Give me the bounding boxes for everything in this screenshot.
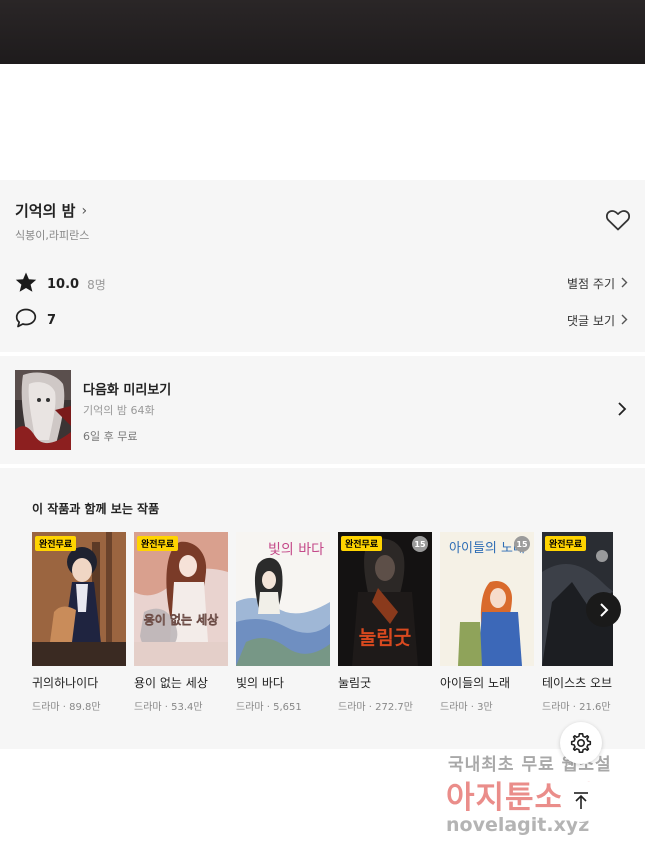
recommendation-name: 용이 없는 세상 bbox=[134, 676, 208, 690]
recommendation-name: 테이스츠 오브 러 bbox=[542, 676, 613, 690]
recommendation-meta: 드라마 · 21.6만 bbox=[542, 702, 611, 713]
recommendation-meta: 드라마 · 272.7만 bbox=[338, 702, 413, 713]
next-episode-title: 기억의 밤 64화 bbox=[83, 404, 155, 417]
age-rating-badge: 15 bbox=[412, 536, 428, 552]
free-badge: 완전무료 bbox=[341, 536, 383, 551]
age-rating-badge: 15 bbox=[514, 536, 530, 552]
scroll-to-top-button[interactable] bbox=[560, 780, 602, 822]
work-info-panel bbox=[0, 180, 645, 352]
chevron-right-icon bbox=[599, 602, 608, 617]
rating-row: 10.0 8명 bbox=[15, 271, 106, 297]
recommendations-carousel[interactable]: 완전무료 귀의하나이다 드라마 · 89.8만 용이 없는 세상 완전무료 용이… bbox=[32, 532, 613, 742]
next-episode-label: 다음화 미리보기 bbox=[83, 383, 172, 398]
recommendation-meta: 드라마 · 3만 bbox=[440, 702, 493, 713]
cover-title-text: 눌림굿 bbox=[359, 627, 411, 649]
comments-label: 댓글 보기 bbox=[567, 314, 615, 328]
chevron-right-icon bbox=[621, 314, 628, 328]
comments-button[interactable]: 댓글 보기 bbox=[567, 312, 628, 329]
star-icon bbox=[15, 272, 37, 297]
recommendation-name: 빛의 바다 bbox=[236, 676, 284, 690]
cover-title-text: 용이 없는 세상 bbox=[144, 612, 219, 627]
free-badge: 완전무료 bbox=[35, 536, 77, 551]
recommendation-cover[interactable]: 완전무료 bbox=[32, 532, 126, 666]
blank-area bbox=[0, 64, 645, 180]
recommendation-meta: 드라마 · 89.8만 bbox=[32, 702, 101, 713]
settings-button[interactable] bbox=[560, 722, 602, 764]
recommendation-cover[interactable]: 아이들의 노래 15 bbox=[440, 532, 534, 666]
free-badge: 완전무료 bbox=[137, 536, 179, 551]
heart-outline-icon[interactable] bbox=[605, 208, 631, 232]
work-title-link[interactable]: 기억의 밤 › bbox=[15, 200, 87, 221]
recommendation-name: 귀의하나이다 bbox=[32, 676, 99, 690]
recommendation-meta: 드라마 · 53.4만 bbox=[134, 702, 203, 713]
gear-icon bbox=[570, 733, 592, 753]
carousel-next-button[interactable] bbox=[586, 592, 621, 627]
rate-button[interactable]: 별점 주기 bbox=[567, 275, 628, 292]
chevron-right-icon bbox=[621, 277, 628, 291]
rate-label: 별점 주기 bbox=[567, 277, 615, 291]
arrow-up-icon bbox=[574, 792, 588, 809]
recommendation-cover[interactable]: 용이 없는 세상 완전무료 bbox=[134, 532, 228, 666]
recommendation-cover[interactable]: 빛의 바다 bbox=[236, 532, 330, 666]
recommendation-meta: 드라마 · 5,651 bbox=[236, 702, 302, 713]
watermark: 국내최초 무료 웹소설 아지툰소설 novelagit.xyz bbox=[440, 750, 640, 850]
work-authors: 식봉이,라피란스 bbox=[15, 229, 90, 242]
top-banner-image bbox=[0, 0, 645, 64]
comment-row: 7 bbox=[15, 308, 56, 332]
rating-count: 8명 bbox=[87, 277, 106, 292]
next-episode-free-info: 6일 후 무료 bbox=[83, 430, 138, 443]
work-title: 기억의 밤 bbox=[15, 202, 76, 220]
speech-bubble-icon bbox=[15, 308, 37, 332]
recommendation-cover[interactable]: 눌림굿 완전무료 15 bbox=[338, 532, 432, 666]
chevron-right-icon: › bbox=[81, 202, 88, 219]
recommendation-name: 눌림굿 bbox=[338, 676, 372, 690]
rating-value: 10.0 bbox=[47, 276, 80, 292]
free-badge: 완전무료 bbox=[545, 536, 587, 551]
next-episode-thumbnail[interactable] bbox=[15, 370, 71, 450]
comment-count: 7 bbox=[47, 312, 57, 328]
recommendation-name: 아이들의 노래 bbox=[440, 676, 511, 690]
cover-title-text: 빛의 바다 bbox=[268, 542, 324, 558]
recommendations-title: 이 작품과 함께 보는 작품 bbox=[32, 502, 160, 516]
chevron-right-icon[interactable] bbox=[614, 401, 628, 417]
